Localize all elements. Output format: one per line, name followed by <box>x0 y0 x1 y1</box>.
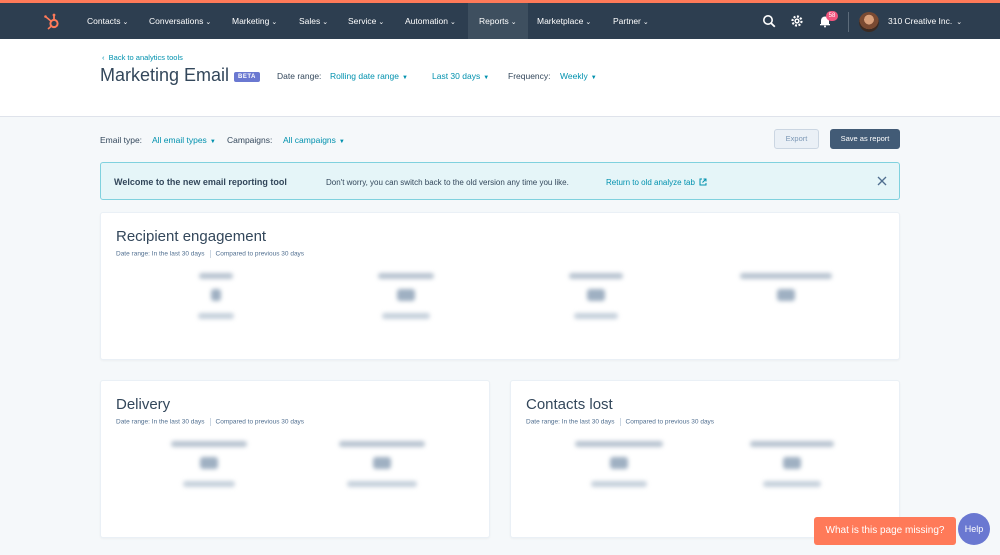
export-button[interactable]: Export <box>774 129 819 149</box>
caret-down-icon: ▼ <box>402 75 408 81</box>
frequency-label: Frequency: <box>508 71 551 81</box>
contacts-lost-card: Contacts lost Date range: In the last 30… <box>510 380 900 538</box>
chevron-down-icon: ⌄ <box>205 19 212 26</box>
date-range-label: Date range: <box>277 71 322 81</box>
nav-marketing[interactable]: Marketing ⌄ <box>232 3 277 39</box>
email-type-dropdown[interactable]: All email types ▼ <box>152 135 216 145</box>
notification-badge: 58 <box>826 11 838 21</box>
metric-placeholder <box>154 441 264 501</box>
card-title: Contacts lost <box>526 396 613 413</box>
email-type-label: Email type: <box>100 135 143 145</box>
beta-badge: BETA <box>234 72 260 82</box>
feedback-button[interactable]: What is this page missing? <box>814 517 956 545</box>
nav-reports[interactable]: Reports ⌄ <box>468 3 528 39</box>
search-icon[interactable] <box>762 14 776 28</box>
metric-placeholder <box>161 273 271 333</box>
avatar[interactable] <box>859 12 879 32</box>
card-title: Recipient engagement <box>116 228 267 245</box>
card-title: Delivery <box>116 396 171 413</box>
banner-text: Don't worry, you can switch back to the … <box>326 178 569 187</box>
delivery-card: Delivery Date range: In the last 30 days… <box>100 380 490 538</box>
account-menu[interactable]: 310 Creative Inc. ⌄ <box>888 3 962 39</box>
chevron-down-icon: ⌄ <box>510 19 517 26</box>
close-icon[interactable] <box>876 175 888 187</box>
metric-placeholder <box>564 441 674 501</box>
chevron-down-icon: ⌄ <box>271 19 278 26</box>
chevron-down-icon: ⌄ <box>585 19 592 26</box>
external-link-icon <box>699 178 707 186</box>
metric-placeholder <box>737 441 847 501</box>
nav-conversations[interactable]: Conversations ⌄ <box>149 3 211 39</box>
caret-down-icon: ▼ <box>338 139 345 145</box>
chevron-down-icon: ⌄ <box>450 19 456 26</box>
hubspot-logo-icon[interactable] <box>42 12 62 32</box>
nav-divider <box>848 12 849 32</box>
card-date-range: Date range: In the last 30 days Compared … <box>116 250 305 258</box>
nav-partner[interactable]: Partner ⌄ <box>613 3 649 39</box>
nav-service[interactable]: Service ⌄ <box>348 3 384 39</box>
nav-automation[interactable]: Automation ⌄ <box>405 3 456 39</box>
nav-sales[interactable]: Sales ⌄ <box>299 3 328 39</box>
metric-placeholder <box>351 273 461 333</box>
gear-icon[interactable] <box>790 14 804 28</box>
chevron-down-icon: ⌄ <box>642 19 649 26</box>
date-range-type-dropdown[interactable]: Rolling date range ▼ <box>330 71 408 81</box>
frequency-dropdown[interactable]: Weekly ▼ <box>560 71 597 81</box>
metric-placeholder <box>327 441 437 501</box>
campaigns-dropdown[interactable]: All campaigns ▼ <box>283 135 345 145</box>
date-range-value-dropdown[interactable]: Last 30 days ▼ <box>432 71 489 81</box>
nav-contacts[interactable]: Contacts ⌄ <box>87 3 128 39</box>
caret-down-icon: ▼ <box>590 75 597 81</box>
top-navigation: Contacts ⌄ Conversations ⌄ Marketing ⌄ Sale… <box>0 0 1000 39</box>
chevron-down-icon: ⌄ <box>122 19 129 26</box>
caret-down-icon: ▼ <box>209 139 216 145</box>
card-date-range: Date range: In the last 30 days Compared … <box>526 418 715 426</box>
back-link[interactable]: ‹ Back to analytics tools <box>102 53 183 62</box>
chevron-left-icon: ‹ <box>102 53 105 62</box>
page-header: ‹ Back to analytics tools Marketing Emai… <box>0 39 1000 117</box>
campaigns-label: Campaigns: <box>227 135 273 145</box>
recipient-engagement-card: Recipient engagement Date range: In the … <box>100 212 900 360</box>
card-date-range: Date range: In the last 30 days Compared … <box>116 418 305 426</box>
chevron-down-icon: ⌄ <box>322 19 329 26</box>
chevron-down-icon: ⌄ <box>956 19 963 26</box>
return-to-old-analyze-link[interactable]: Return to old analyze tab <box>606 178 707 187</box>
metric-placeholder <box>541 273 651 333</box>
nav-marketplace[interactable]: Marketplace ⌄ <box>537 3 591 39</box>
metric-placeholder <box>731 273 841 333</box>
save-as-report-button[interactable]: Save as report <box>830 129 900 149</box>
welcome-banner: Welcome to the new email reporting tool … <box>100 162 900 200</box>
banner-title: Welcome to the new email reporting tool <box>114 177 287 187</box>
page-title: Marketing Email <box>100 65 230 85</box>
chevron-down-icon: ⌄ <box>378 19 385 26</box>
help-button[interactable]: Help <box>958 513 990 545</box>
caret-down-icon: ▼ <box>483 75 490 81</box>
